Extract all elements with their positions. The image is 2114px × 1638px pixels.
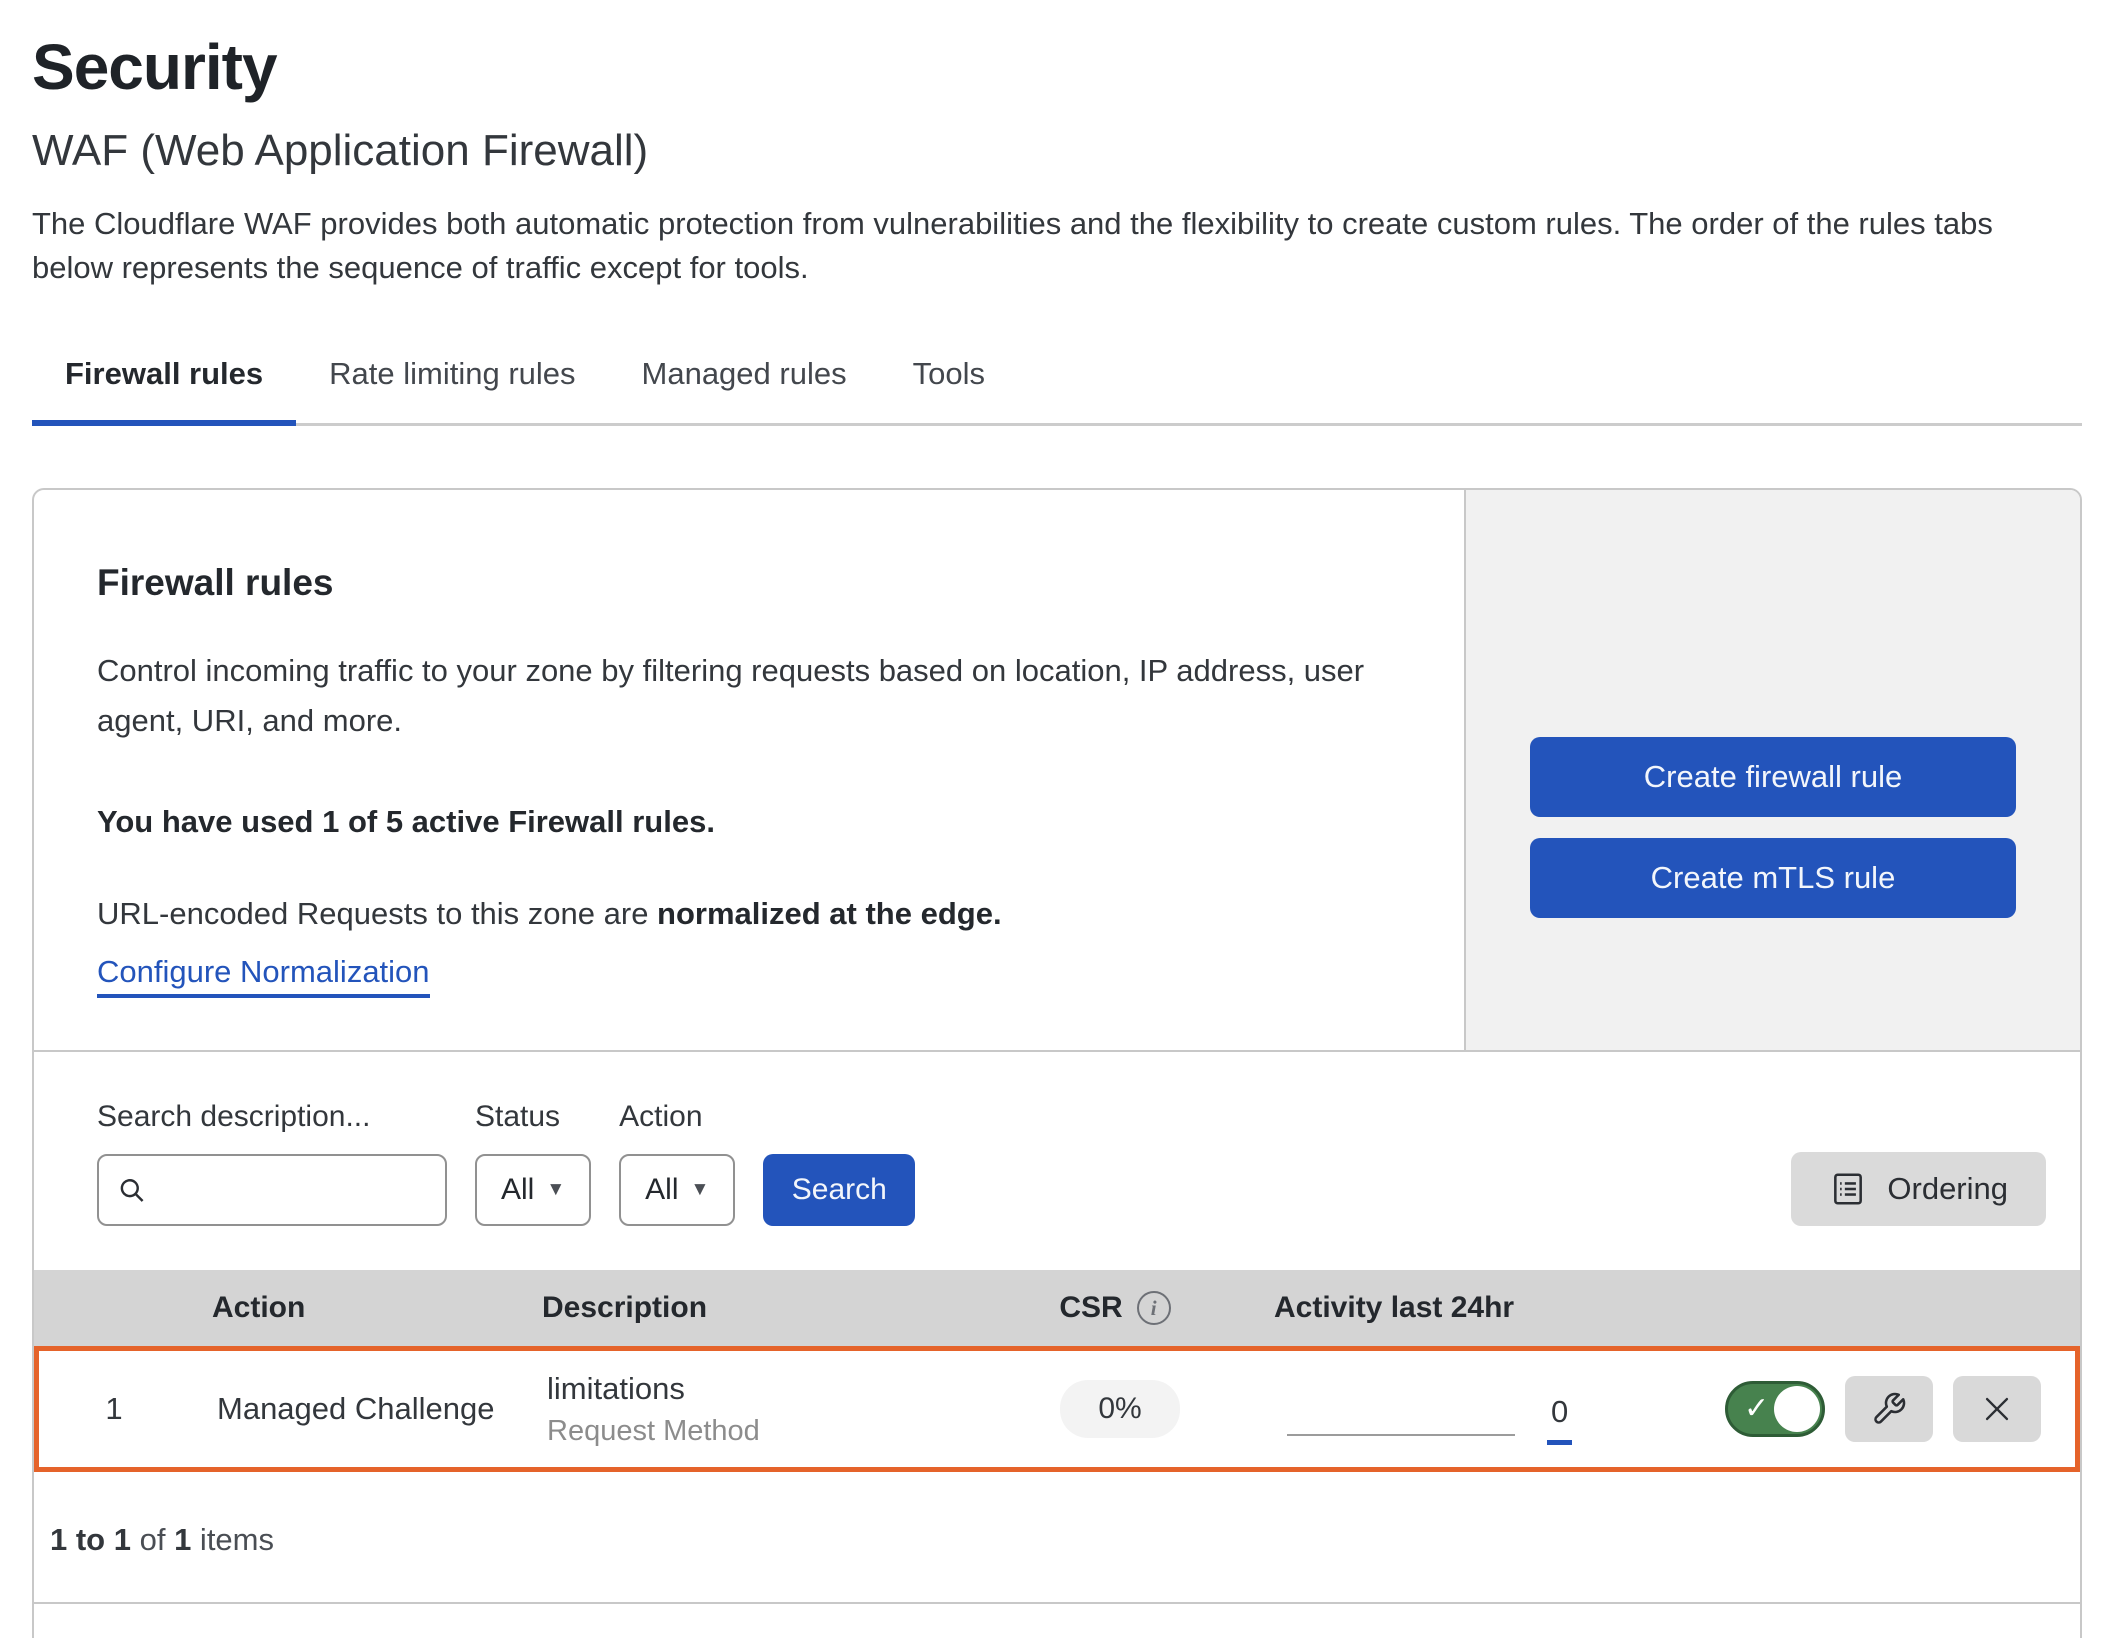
- status-filter-label: Status: [475, 1100, 591, 1134]
- search-description-field: Search description...: [97, 1100, 447, 1226]
- rule-controls: ✓: [1675, 1376, 2075, 1442]
- column-action: Action: [184, 1291, 514, 1325]
- url-note-prefix: URL-encoded Requests to this zone are: [97, 896, 657, 931]
- waf-tab-bar: Firewall rules Rate limiting rules Manag…: [32, 356, 2082, 426]
- rule-description: limitations Request Method: [519, 1371, 989, 1448]
- firewall-rules-summary-section: Firewall rules Control incoming traffic …: [34, 490, 2080, 1050]
- status-filter-value: All: [501, 1173, 534, 1207]
- rule-activity-cell: 0: [1251, 1384, 1675, 1435]
- page-description: The Cloudflare WAF provides both automat…: [32, 202, 2082, 290]
- url-normalization-note: URL-encoded Requests to this zone are no…: [97, 896, 1424, 932]
- pagination-summary: 1 to 1 of 1 items: [34, 1472, 2080, 1604]
- usage-note: You have used 1 of 5 active Firewall rul…: [97, 804, 1424, 840]
- action-filter-label: Action: [619, 1100, 735, 1134]
- search-description-label: Search description...: [97, 1100, 447, 1134]
- close-icon: [1980, 1392, 2014, 1426]
- chevron-down-icon: ▼: [546, 1179, 565, 1201]
- firewall-rule-row[interactable]: 1 Managed Challenge limitations Request …: [34, 1346, 2080, 1472]
- rules-filter-bar: Search description... Status All ▼ Actio…: [34, 1050, 2080, 1270]
- items-suffix: items: [191, 1522, 274, 1557]
- tab-managed-rules[interactable]: Managed rules: [609, 356, 880, 426]
- help-link[interactable]: Help ▶: [1912, 1632, 2016, 1638]
- help-section: Help ▶: [34, 1604, 2080, 1638]
- rule-description-field: Request Method: [547, 1415, 989, 1448]
- items-range: 1 to 1: [50, 1522, 131, 1557]
- wrench-icon: [1871, 1391, 1907, 1427]
- info-icon[interactable]: i: [1137, 1291, 1171, 1325]
- items-of: of: [131, 1522, 174, 1557]
- firewall-rules-summary-text: Firewall rules Control incoming traffic …: [34, 490, 1464, 1050]
- status-filter-field: Status All ▼: [475, 1100, 591, 1226]
- card-description: Control incoming traffic to your zone by…: [97, 646, 1424, 746]
- action-filter-field: Action All ▼: [619, 1100, 735, 1226]
- delete-rule-button[interactable]: [1953, 1376, 2041, 1442]
- page-title: Security: [32, 30, 2082, 104]
- configure-normalization-link[interactable]: Configure Normalization: [97, 954, 430, 998]
- create-mtls-rule-button[interactable]: Create mTLS rule: [1530, 838, 2016, 918]
- page-subtitle: WAF (Web Application Firewall): [32, 126, 2082, 176]
- url-note-bold: normalized at the edge.: [657, 896, 1002, 931]
- toggle-knob: [1774, 1386, 1820, 1432]
- rule-description-name: limitations: [547, 1371, 989, 1407]
- column-csr-label: CSR: [1059, 1291, 1122, 1325]
- status-filter-select[interactable]: All ▼: [475, 1154, 591, 1226]
- rule-action: Managed Challenge: [189, 1391, 519, 1427]
- rule-actions-panel: Create firewall rule Create mTLS rule: [1464, 490, 2080, 1050]
- rule-priority: 1: [39, 1391, 189, 1427]
- tab-firewall-rules[interactable]: Firewall rules: [32, 356, 296, 426]
- check-icon: ✓: [1744, 1391, 1769, 1426]
- waf-page: Security WAF (Web Application Firewall) …: [0, 0, 2114, 1638]
- column-description: Description: [514, 1291, 984, 1325]
- help-label: Help: [1912, 1632, 1980, 1638]
- tab-tools[interactable]: Tools: [880, 356, 1018, 426]
- csr-badge: 0%: [1060, 1380, 1179, 1438]
- search-button[interactable]: Search: [763, 1154, 915, 1226]
- rules-table-header: Action Description CSR i Activity last 2…: [34, 1270, 2080, 1346]
- create-firewall-rule-button[interactable]: Create firewall rule: [1530, 737, 2016, 817]
- search-input[interactable]: [160, 1173, 427, 1207]
- column-csr: CSR i: [984, 1291, 1246, 1325]
- ordered-list-icon: [1829, 1170, 1867, 1208]
- items-total: 1: [174, 1522, 191, 1557]
- search-icon: [117, 1173, 146, 1207]
- action-filter-value: All: [645, 1173, 678, 1207]
- action-filter-select[interactable]: All ▼: [619, 1154, 735, 1226]
- chevron-down-icon: ▼: [691, 1179, 710, 1201]
- edit-rule-button[interactable]: [1845, 1376, 1933, 1442]
- firewall-rules-card: Firewall rules Control incoming traffic …: [32, 488, 2082, 1638]
- activity-sparkline: [1287, 1434, 1515, 1436]
- rule-csr-cell: 0%: [989, 1380, 1251, 1438]
- card-title: Firewall rules: [97, 562, 1424, 604]
- activity-count-link[interactable]: 0: [1547, 1394, 1572, 1445]
- search-input-box[interactable]: [97, 1154, 447, 1226]
- rule-enabled-toggle[interactable]: ✓: [1725, 1381, 1825, 1437]
- tab-rate-limiting-rules[interactable]: Rate limiting rules: [296, 356, 608, 426]
- column-activity: Activity last 24hr: [1246, 1291, 1670, 1325]
- ordering-button-label: Ordering: [1887, 1171, 2008, 1207]
- ordering-button[interactable]: Ordering: [1791, 1152, 2046, 1226]
